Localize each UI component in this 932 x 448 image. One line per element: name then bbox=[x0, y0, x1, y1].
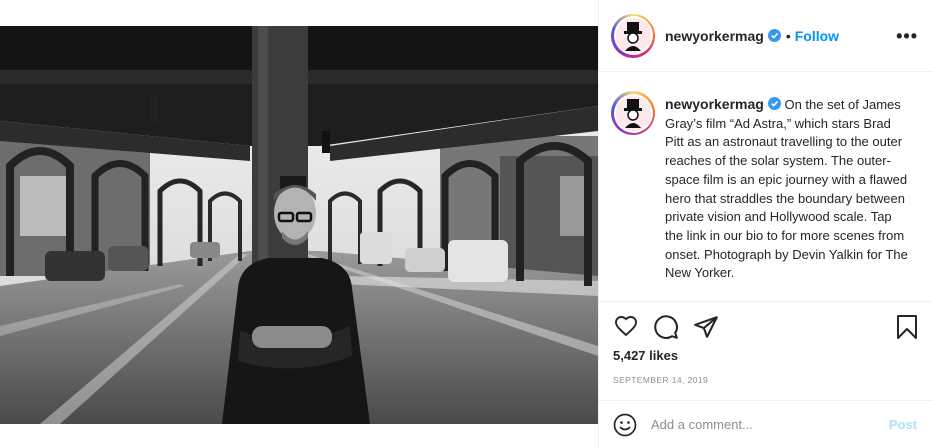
header-username[interactable]: newyorkermag bbox=[665, 28, 764, 44]
top-hat-dandy-icon bbox=[624, 21, 642, 51]
caption-avatar[interactable] bbox=[611, 91, 655, 135]
street-scene-photo bbox=[0, 26, 598, 424]
header-separator: • bbox=[785, 27, 791, 44]
post-photo[interactable] bbox=[0, 26, 598, 424]
verified-badge-icon bbox=[767, 97, 781, 110]
heart-icon[interactable] bbox=[613, 314, 639, 338]
caption-block: newyorkermag On the set of James Gray’s … bbox=[599, 73, 932, 301]
top-hat-dandy-icon bbox=[624, 99, 642, 128]
verified-badge-icon bbox=[767, 29, 781, 42]
instagram-post-page: newyorkermag • Follow ••• newyorkermag O… bbox=[0, 0, 932, 448]
post-header: newyorkermag • Follow ••• bbox=[599, 0, 932, 72]
comment-bar: Post bbox=[599, 400, 932, 448]
post-date[interactable]: September 14, 2019 bbox=[613, 375, 708, 385]
caption-text: newyorkermag On the set of James Gray’s … bbox=[665, 95, 913, 301]
more-options-icon[interactable]: ••• bbox=[896, 27, 918, 45]
comment-icon[interactable] bbox=[653, 314, 679, 340]
post-comment-button[interactable]: Post bbox=[889, 417, 917, 432]
paper-plane-icon[interactable] bbox=[693, 314, 719, 340]
follow-button[interactable]: Follow bbox=[795, 28, 839, 44]
caption-body: On the set of James Gray’s film “Ad Astr… bbox=[665, 97, 908, 281]
bookmark-icon[interactable] bbox=[895, 314, 919, 340]
avatar-image bbox=[615, 18, 651, 53]
likes-count[interactable]: 5,427 likes bbox=[613, 348, 678, 363]
profile-avatar[interactable] bbox=[611, 13, 655, 58]
caption-username[interactable]: newyorkermag bbox=[665, 96, 764, 112]
action-icons-row bbox=[613, 314, 919, 340]
comment-input[interactable] bbox=[651, 417, 871, 432]
actions-block: 5,427 likes September 14, 2019 bbox=[599, 301, 932, 400]
post-sidebar: newyorkermag • Follow ••• newyorkermag O… bbox=[598, 0, 932, 448]
avatar-image bbox=[615, 95, 651, 131]
smiley-icon[interactable] bbox=[613, 413, 637, 437]
